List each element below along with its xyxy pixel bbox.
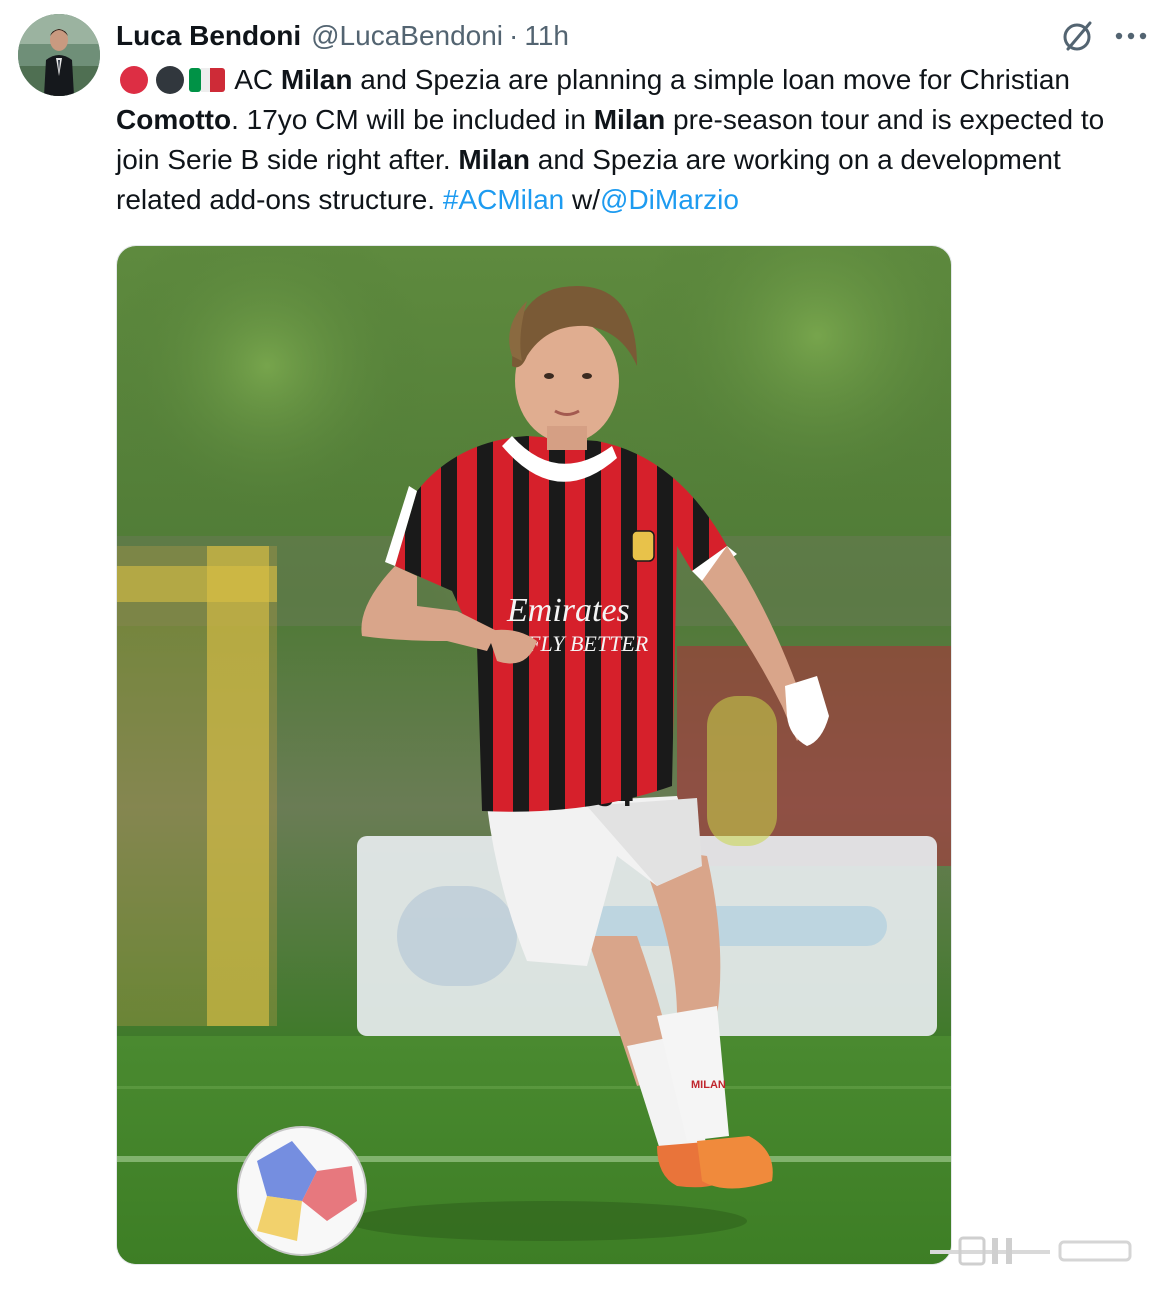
author-display-name[interactable]: Luca Bendoni xyxy=(116,16,301,56)
black-circle-icon xyxy=(156,66,184,94)
tweet-text-part: and Spezia are planning a simple loan mo… xyxy=(352,64,1070,95)
avatar[interactable] xyxy=(18,14,100,96)
tweet-card: Luca Bendoni @LucaBendoni · 11h AC Milan… xyxy=(0,0,1158,1290)
tweet-text-part: . 17yo CM will be included in xyxy=(231,104,594,135)
tweet-text: AC Milan and Spezia are planning a simpl… xyxy=(116,60,1146,220)
tweet-text-bold: Milan xyxy=(458,144,530,175)
red-circle-icon xyxy=(120,66,148,94)
hashtag-link[interactable]: #ACMilan xyxy=(443,184,564,215)
tweet-text-bold: Comotto xyxy=(116,104,232,135)
tweet-media-photo[interactable]: MILAN 34 Emirates FLY BETTER xyxy=(116,245,952,1265)
tweet-text-bold: Milan xyxy=(280,64,353,95)
shirt-tagline: FLY BETTER xyxy=(526,631,649,656)
tweet-header: Luca Bendoni @LucaBendoni · 11h xyxy=(116,16,569,56)
separator-dot: · xyxy=(509,20,519,51)
mention-link[interactable]: @DiMarzio xyxy=(600,184,739,215)
watermark-logo xyxy=(930,1234,1134,1268)
timestamp[interactable]: 11h xyxy=(524,16,569,56)
tweet-text-bold: Milan xyxy=(593,104,666,135)
more-horizontal-icon[interactable] xyxy=(1112,24,1150,48)
slashed-circle-icon[interactable] xyxy=(1060,18,1096,54)
tweet-text-part: AC xyxy=(228,64,281,95)
shirt-sponsor: Emirates xyxy=(506,592,630,629)
author-handle[interactable]: @LucaBendoni xyxy=(311,16,503,56)
italy-flag-icon xyxy=(189,68,225,92)
tweet-text-part: w/ xyxy=(564,184,601,215)
sock-text: MILAN xyxy=(691,1079,726,1091)
